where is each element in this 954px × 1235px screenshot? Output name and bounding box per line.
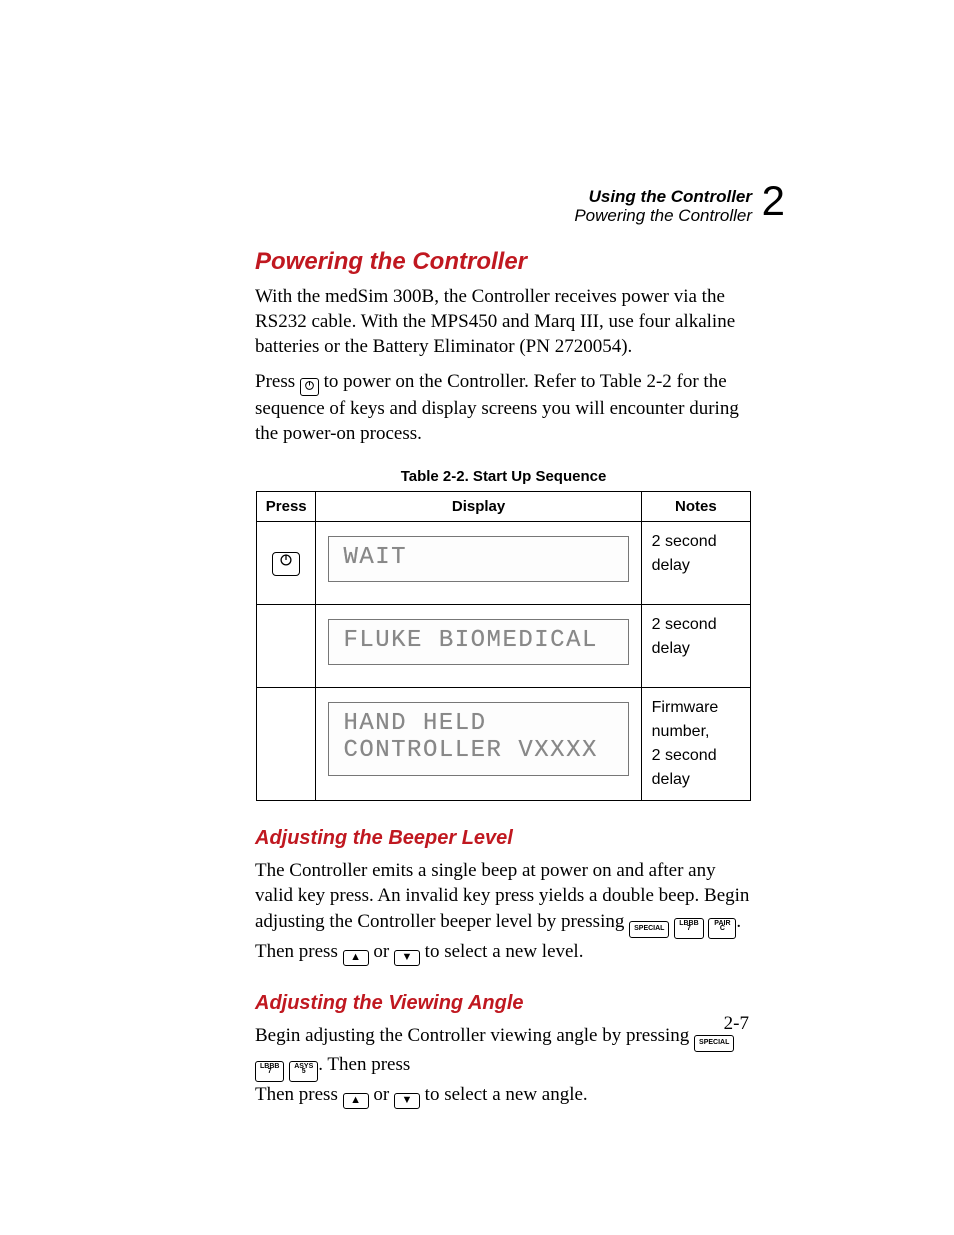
page-number: 2-7 <box>724 1013 749 1035</box>
display-cell: WAIT <box>316 522 641 605</box>
text-fragment: or <box>369 1084 394 1105</box>
text-fragment: Begin adjusting the Controller viewing a… <box>255 1025 694 1046</box>
table-row: FLUKE BIOMEDICAL 2 second delay <box>257 605 751 688</box>
lcd-display: HAND HELD CONTROLLER VXXXX <box>328 702 628 776</box>
subsection-heading-beeper: Adjusting the Beeper Level <box>255 827 752 850</box>
power-key-icon <box>300 378 319 396</box>
up-arrow-key-icon: ▲ <box>343 950 369 966</box>
intro-paragraph-1: With the medSim 300B, the Controller rec… <box>255 284 752 359</box>
startup-sequence-table: Press Display Notes WAIT 2 second delay <box>256 491 751 801</box>
table-caption: Table 2-2. Start Up Sequence <box>255 468 752 485</box>
text-fragment: to select a new level. <box>420 941 584 962</box>
col-header-display: Display <box>316 492 641 522</box>
col-header-press: Press <box>257 492 316 522</box>
section-heading: Powering the Controller <box>255 248 752 276</box>
up-arrow-key-icon: ▲ <box>343 1093 369 1109</box>
lcd-line: FLUKE BIOMEDICAL <box>343 628 613 654</box>
down-arrow-key-icon: ▼ <box>394 950 420 966</box>
power-key-icon <box>272 552 300 576</box>
lcd-display: WAIT <box>328 536 628 582</box>
press-cell <box>257 688 316 801</box>
running-header: Using the Controller Powering the Contro… <box>574 188 752 225</box>
viewing-paragraph: Begin adjusting the Controller viewing a… <box>255 1023 752 1109</box>
header-chapter-title: Using the Controller <box>574 188 752 207</box>
lcd-line: CONTROLLER VXXXX <box>343 738 613 764</box>
special-key-icon: SPECIAL <box>694 1035 734 1052</box>
lbbb-7-key-icon: LBBB7 <box>674 918 703 939</box>
press-cell <box>257 522 316 605</box>
notes-cell: Firmware number, 2 second delay <box>641 688 750 801</box>
table-row: HAND HELD CONTROLLER VXXXX Firmware numb… <box>257 688 751 801</box>
col-header-notes: Notes <box>641 492 750 522</box>
press-cell <box>257 605 316 688</box>
notes-cell: 2 second delay <box>641 522 750 605</box>
notes-cell: 2 second delay <box>641 605 750 688</box>
asys-5-key-icon: ASYS5 <box>289 1061 318 1082</box>
header-section-title: Powering the Controller <box>574 207 752 226</box>
lbbb-7-key-icon: LBBB7 <box>255 1061 284 1082</box>
text-fragment: . Then press <box>318 1054 410 1075</box>
display-cell: FLUKE BIOMEDICAL <box>316 605 641 688</box>
lcd-line: WAIT <box>343 545 613 571</box>
manual-page: Using the Controller Powering the Contro… <box>0 0 954 1235</box>
intro-paragraph-2: Press to power on the Controller. Refer … <box>255 369 752 446</box>
display-cell: HAND HELD CONTROLLER VXXXX <box>316 688 641 801</box>
para2-part-b: to power on the Controller. Refer to Tab… <box>255 371 739 444</box>
down-arrow-key-icon: ▼ <box>394 1093 420 1109</box>
text-fragment: or <box>369 941 394 962</box>
subsection-heading-viewing: Adjusting the Viewing Angle <box>255 992 752 1015</box>
lcd-line: HAND HELD <box>343 711 613 737</box>
beeper-paragraph: The Controller emits a single beep at po… <box>255 858 752 965</box>
table-row: WAIT 2 second delay <box>257 522 751 605</box>
para2-part-a: Press <box>255 371 300 392</box>
lcd-display: FLUKE BIOMEDICAL <box>328 619 628 665</box>
text-fragment: to select a new angle. <box>420 1084 588 1105</box>
special-key-icon: SPECIAL <box>629 921 669 938</box>
pair-c-key-icon: PAIRC <box>708 918 736 939</box>
chapter-number: 2 <box>762 178 785 224</box>
